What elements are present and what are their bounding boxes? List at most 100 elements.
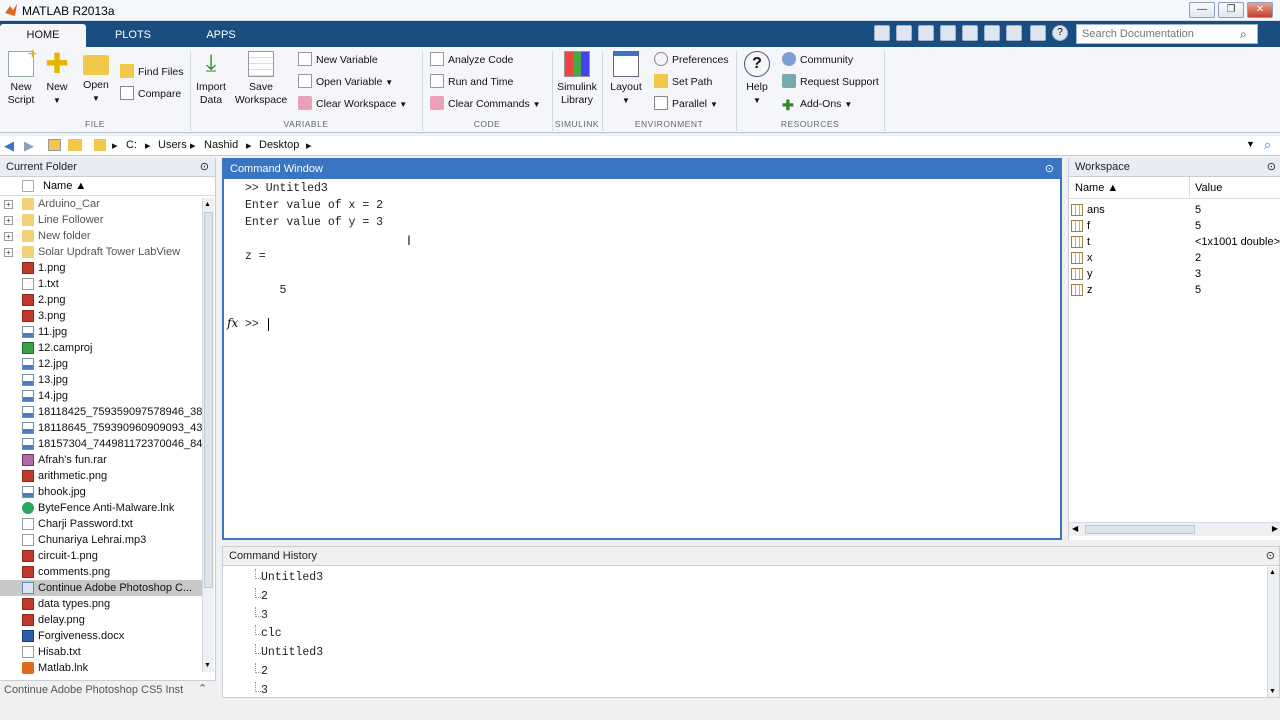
file-item[interactable]: delay.png (0, 612, 202, 628)
workspace-variable-row[interactable]: y3 (1069, 266, 1280, 282)
cut-icon[interactable] (918, 25, 934, 41)
file-item[interactable]: 14.jpg (0, 388, 202, 404)
switch-windows-icon[interactable] (1030, 25, 1046, 41)
folder-item[interactable]: + New folder (0, 228, 202, 244)
tab-plots[interactable]: PLOTS (90, 24, 176, 47)
new-script-button[interactable]: + New Script (4, 47, 38, 107)
file-item[interactable]: 2.png (0, 292, 202, 308)
file-item[interactable]: bhook.jpg (0, 484, 202, 500)
vertical-scrollbar[interactable]: ▲ ▼ (202, 198, 214, 672)
history-item[interactable]: Untitled3 (223, 569, 1263, 588)
help-button[interactable]: ? Help ▼ (742, 51, 772, 107)
history-item[interactable]: 3 (223, 606, 1263, 626)
clear-workspace-button[interactable]: Clear Workspace ▼ (298, 95, 407, 113)
command-prompt[interactable]: >> (245, 318, 269, 331)
expand-icon[interactable]: + (4, 216, 13, 225)
file-item[interactable]: 11.jpg (0, 324, 202, 340)
close-button[interactable]: ✕ (1247, 2, 1273, 18)
tab-home[interactable]: HOME (0, 24, 86, 47)
breadcrumb-nashid[interactable]: Nashid (204, 139, 238, 151)
breadcrumb-desktop[interactable]: Desktop (259, 139, 299, 151)
folder-item[interactable]: + Line Follower (0, 212, 202, 228)
workspace-variable-row[interactable]: ans 5 (1069, 202, 1280, 218)
command-window[interactable]: Command Window ⊙ >> Untitled3 Enter value… (222, 158, 1062, 540)
new-variable-button[interactable]: New Variable (298, 51, 378, 69)
back-arrow-icon[interactable]: ◀ (4, 138, 14, 154)
function-browser-icon[interactable]: fx (227, 316, 238, 330)
address-dropdown-icon[interactable]: ▼ (1246, 139, 1255, 149)
vertical-scrollbar[interactable]: ▲ ▼ (1267, 567, 1279, 697)
workspace-variable-row[interactable]: f5 (1069, 218, 1280, 234)
file-item[interactable]: comments.png (0, 564, 202, 580)
run-and-time-button[interactable]: Run and Time (430, 73, 513, 91)
history-item[interactable]: 3 (223, 681, 1263, 701)
file-item[interactable]: circuit-1.png (0, 548, 202, 564)
layout-button[interactable]: Layout ▼ (608, 51, 644, 107)
file-item[interactable]: ByteFence Anti-Malware.lnk (0, 500, 202, 516)
copy-icon[interactable] (940, 25, 956, 41)
column-value[interactable]: Value (1195, 182, 1222, 194)
expand-icon[interactable]: + (4, 232, 13, 241)
file-item[interactable]: 12.jpg (0, 356, 202, 372)
column-name[interactable]: Name ▲ (43, 180, 86, 192)
history-item[interactable]: Untitled3 (223, 644, 1263, 663)
quick-access-icon[interactable] (874, 25, 890, 41)
file-item[interactable]: 3.png (0, 308, 202, 324)
panel-menu-icon[interactable]: ⊙ (1045, 162, 1054, 175)
file-item[interactable]: Charji Password.txt (0, 516, 202, 532)
browse-folder-icon[interactable] (68, 139, 82, 151)
breadcrumb-drive[interactable]: C: (126, 139, 137, 151)
workspace-variable-row[interactable]: z5 (1069, 282, 1280, 298)
folder-item[interactable]: + Arduino_Car (0, 196, 202, 212)
panel-menu-icon[interactable]: ⊙ (200, 160, 209, 173)
add-ons-button[interactable]: ✚ Add-Ons ▼ (782, 95, 852, 113)
file-item[interactable]: 18157304_744981172370046_84... (0, 436, 202, 452)
chevron-up-icon[interactable]: ⌃ (198, 682, 207, 695)
column-name[interactable]: Name ▲ (1075, 182, 1118, 194)
horizontal-scrollbar[interactable]: ◀ ▶ (1069, 522, 1280, 536)
workspace-variable-row[interactable]: t <1x1001 double> (1069, 234, 1280, 250)
forward-arrow-icon[interactable]: ▶ (24, 138, 34, 154)
search-documentation-input[interactable] (1076, 24, 1258, 44)
parallel-button[interactable]: Parallel ▼ (654, 95, 718, 113)
history-item[interactable]: clc (223, 625, 1263, 644)
open-variable-button[interactable]: Open Variable ▼ (298, 73, 393, 91)
clear-commands-button[interactable]: Clear Commands ▼ (430, 95, 541, 113)
history-item[interactable]: 2 (223, 662, 1263, 682)
set-path-button[interactable]: Set Path (654, 73, 712, 91)
help-icon[interactable]: ? (1052, 25, 1068, 41)
save-icon[interactable] (896, 25, 912, 41)
simulink-library-button[interactable]: Simulink Library (556, 51, 598, 107)
file-item[interactable]: Matlab.lnk (0, 660, 202, 676)
save-workspace-button[interactable]: Save Workspace (232, 51, 290, 107)
expand-icon[interactable]: + (4, 248, 13, 257)
file-item[interactable]: Chunariya Lehrai.mp3 (0, 532, 202, 548)
search-folder-icon[interactable]: ⌕ (1264, 137, 1271, 153)
open-button[interactable]: Open ▼ (80, 51, 112, 105)
up-folder-icon[interactable] (48, 139, 61, 151)
request-support-button[interactable]: Request Support (782, 73, 879, 91)
details-bar[interactable]: Continue Adobe Photoshop CS5 Inst ⌃ (0, 680, 216, 700)
preferences-button[interactable]: Preferences (654, 51, 729, 69)
file-item[interactable]: Continue Adobe Photoshop C... (0, 580, 202, 596)
file-item[interactable]: 12.camproj (0, 340, 202, 356)
community-button[interactable]: Community (782, 51, 853, 69)
file-item[interactable]: 18118645_759390960909093_43... (0, 420, 202, 436)
compare-button[interactable]: Compare (120, 85, 181, 103)
history-item[interactable]: 2 (223, 587, 1263, 607)
maximize-button[interactable]: ❐ (1218, 2, 1244, 18)
undo-icon[interactable] (984, 25, 1000, 41)
panel-menu-icon[interactable]: ⊙ (1267, 160, 1276, 173)
paste-icon[interactable] (962, 25, 978, 41)
file-item[interactable]: arithmetic.png (0, 468, 202, 484)
file-item[interactable]: 1.txt (0, 276, 202, 292)
find-files-button[interactable]: Find Files (120, 63, 184, 81)
new-button[interactable]: ✚ New ▼ (42, 50, 72, 107)
file-item[interactable]: 18118425_759359097578946_38... (0, 404, 202, 420)
file-item[interactable]: Hisab.txt (0, 644, 202, 660)
file-item[interactable]: Forgiveness.docx (0, 628, 202, 644)
minimize-button[interactable]: — (1189, 2, 1215, 18)
file-item[interactable]: data types.png (0, 596, 202, 612)
redo-icon[interactable] (1006, 25, 1022, 41)
tab-apps[interactable]: APPS (178, 24, 264, 47)
